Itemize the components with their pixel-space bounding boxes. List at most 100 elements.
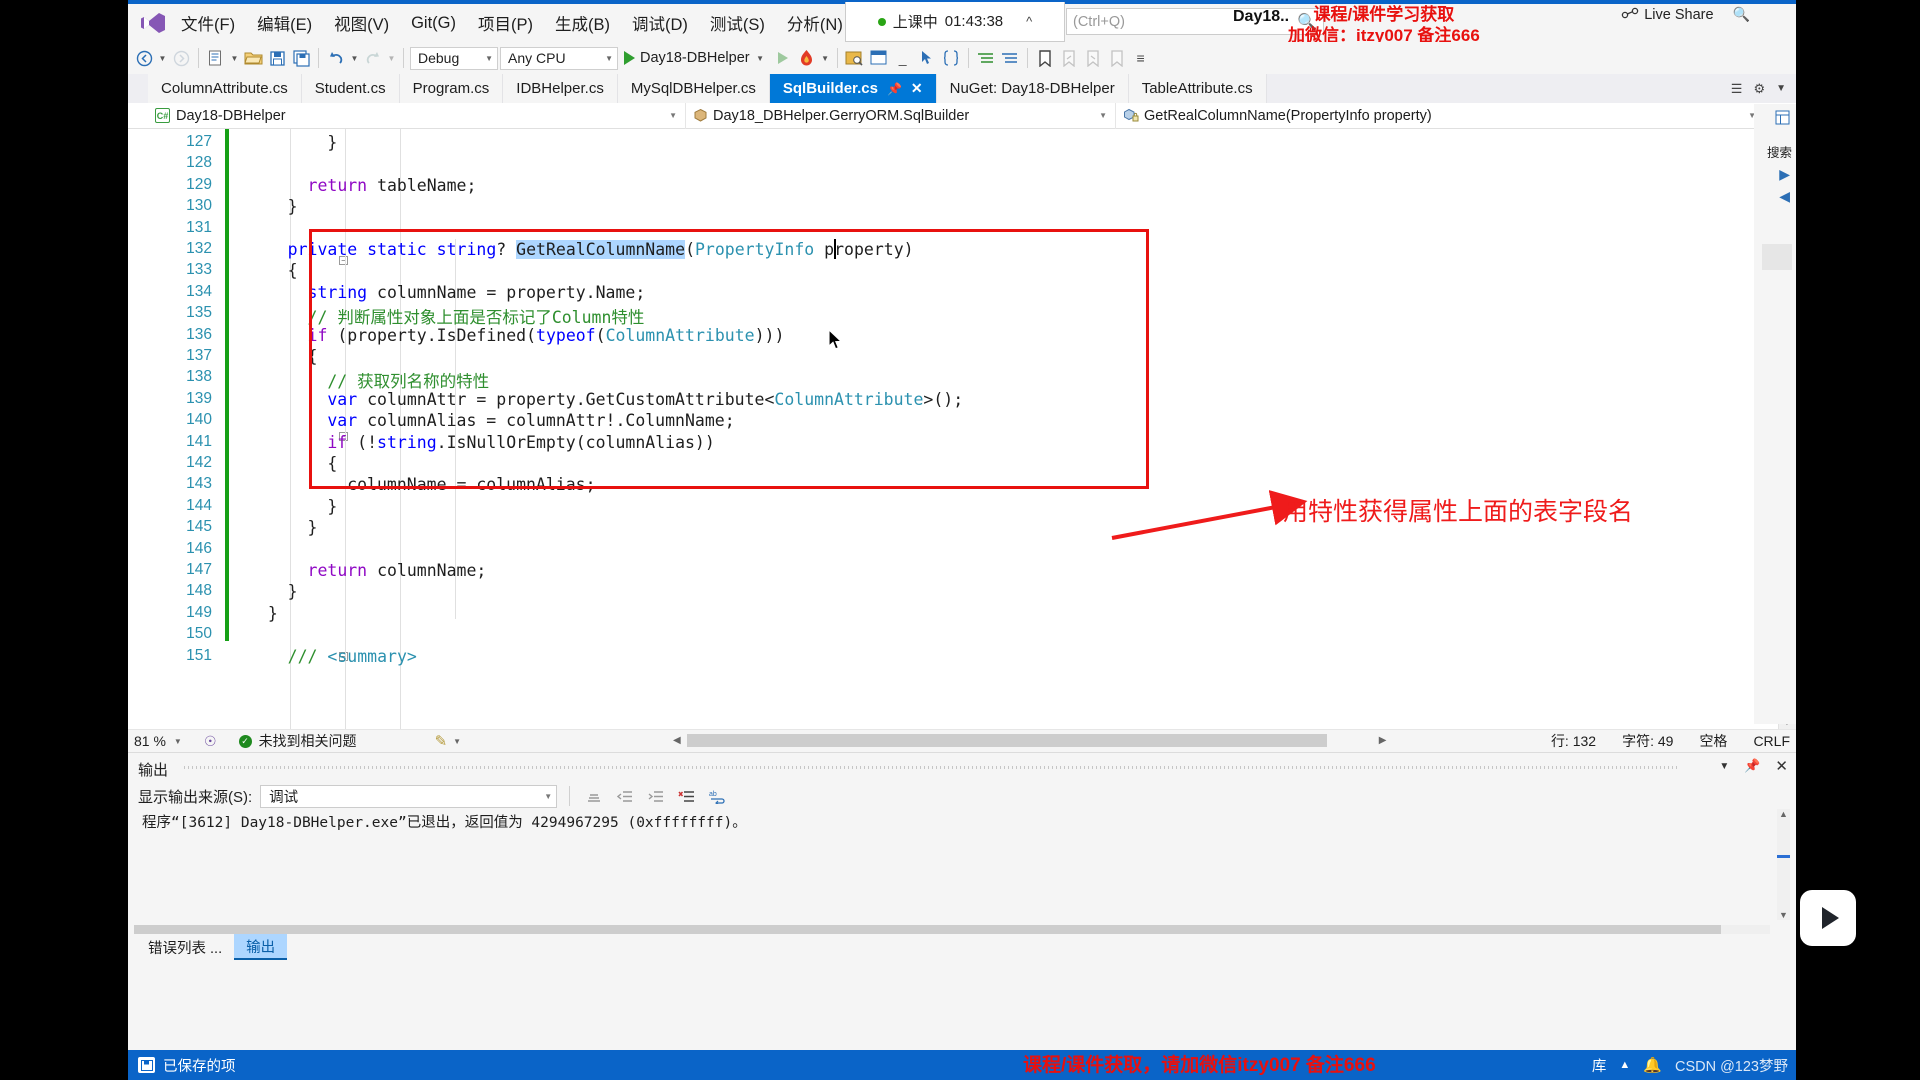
code-line[interactable]: }: [268, 604, 278, 626]
code-structure-icon[interactable]: [940, 47, 962, 69]
code-line[interactable]: // 判断属性对象上面是否标记了Column特性: [308, 304, 645, 327]
navigate-back-icon[interactable]: [133, 47, 155, 69]
gear-icon[interactable]: ⚙: [1753, 81, 1765, 97]
chevron-down-icon[interactable]: ▼: [755, 54, 766, 63]
code-line[interactable]: if (property.IsDefined(typeof(ColumnAttr…: [308, 326, 785, 348]
code-line[interactable]: // 获取列名称的特性: [327, 368, 489, 391]
comment-lines-icon[interactable]: [975, 47, 997, 69]
code-line[interactable]: {: [327, 454, 337, 476]
scroll-up-icon[interactable]: ▲: [1777, 809, 1790, 819]
code-line[interactable]: string columnName = property.Name;: [308, 283, 646, 305]
dedent-icon[interactable]: [613, 785, 636, 808]
right-dock-search-label[interactable]: 搜索: [1767, 142, 1792, 161]
undo-icon[interactable]: [325, 47, 347, 69]
code-line[interactable]: if (!string.IsNullOrEmpty(columnAlias)): [327, 433, 714, 455]
output-source-select[interactable]: 调试 ▼: [260, 784, 558, 808]
tab-columnattribute[interactable]: ColumnAttribute.cs: [148, 74, 302, 103]
minimize-icon[interactable]: _: [892, 47, 914, 69]
menu-project[interactable]: 项目(P): [467, 8, 544, 38]
tab-sqlbuilder[interactable]: SqlBuilder.cs 📌 ✕: [769, 74, 937, 103]
chevron-down-icon[interactable]: ▼: [1099, 111, 1107, 120]
code-line[interactable]: return columnName;: [308, 561, 487, 583]
scroll-right-icon[interactable]: ▶: [1379, 735, 1387, 746]
navbar-project-select[interactable]: C# Day18-DBHelper ▼: [148, 102, 686, 129]
search-icon-small[interactable]: 🔍: [1733, 6, 1750, 23]
menu-analyze[interactable]: 分析(N): [776, 8, 854, 38]
line-ending-indicator[interactable]: CRLF: [1753, 733, 1790, 749]
chevron-down-icon[interactable]: ▼: [485, 54, 493, 63]
code-line[interactable]: }: [327, 133, 337, 155]
menu-build[interactable]: 生成(B): [544, 8, 621, 38]
code-line[interactable]: /// <summary>: [288, 647, 417, 669]
tab-idbhelper[interactable]: IDBHelper.cs: [503, 74, 618, 103]
indentation-indicator[interactable]: 空格: [1699, 731, 1727, 751]
save-icon[interactable]: [266, 47, 288, 69]
new-file-icon[interactable]: [205, 47, 227, 69]
open-folder-icon[interactable]: [242, 47, 264, 69]
menu-test[interactable]: 测试(S): [699, 8, 776, 38]
close-icon[interactable]: ✕: [911, 80, 923, 97]
code-line[interactable]: }: [308, 518, 318, 540]
scroll-down-icon[interactable]: ▼: [1777, 910, 1790, 920]
preview-window-icon[interactable]: [844, 47, 866, 69]
chevron-down-icon[interactable]: ▼: [1719, 761, 1729, 772]
hot-reload-icon[interactable]: [796, 47, 818, 69]
code-line[interactable]: columnName = columnAlias;: [347, 475, 595, 497]
code-line[interactable]: return tableName;: [308, 176, 477, 198]
menu-edit[interactable]: 编辑(E): [246, 8, 323, 38]
chevron-up-icon[interactable]: ▲: [1619, 1059, 1630, 1071]
chevron-down-icon[interactable]: ▼: [174, 737, 182, 746]
outlining-rail[interactable]: − − −: [232, 129, 348, 729]
tab-nuget[interactable]: NuGet: Day18-DBHelper: [936, 74, 1129, 103]
tab-overflow-icon[interactable]: ☰: [1731, 81, 1743, 97]
tab-error-list[interactable]: 错误列表 ...: [136, 934, 234, 960]
code-line[interactable]: {: [308, 347, 318, 369]
tab-mysqldbhelper[interactable]: MySqlDBHelper.cs: [617, 74, 770, 103]
hot-reload-dropdown-icon[interactable]: ▼: [820, 54, 831, 63]
save-all-icon[interactable]: [290, 47, 312, 69]
navbar-type-select[interactable]: Day18_DBHelper.GerryORM.SqlBuilder ▼: [686, 102, 1116, 129]
clear-all-icon[interactable]: [582, 785, 605, 808]
code-line[interactable]: var columnAlias = columnAttr!.ColumnName…: [327, 411, 734, 433]
scroll-left-icon[interactable]: ◀: [673, 735, 681, 746]
menu-debug[interactable]: 调试(D): [621, 8, 699, 38]
build-configuration-select[interactable]: Debug ▼: [410, 46, 498, 70]
navbar-member-select[interactable]: GetRealColumnName(PropertyInfo property)…: [1116, 103, 1764, 129]
hscrollbar-thumb[interactable]: [686, 734, 1327, 747]
code-line[interactable]: {: [288, 261, 298, 283]
close-icon[interactable]: ✕: [1775, 757, 1788, 775]
tab-student[interactable]: Student.cs: [301, 74, 400, 103]
indent-icon[interactable]: [644, 785, 667, 808]
properties-icon[interactable]: [1775, 110, 1790, 128]
code-editor[interactable]: 127 128 129 130 131 132 133 134 135 136 137 138 139 1…: [128, 129, 1796, 729]
panel-drag-handle[interactable]: [184, 766, 1678, 769]
start-debug-button[interactable]: Day18-DBHelper ▼: [620, 50, 770, 66]
pin-icon[interactable]: 📌: [887, 82, 902, 96]
live-share-button[interactable]: Live Share 🔍: [1621, 6, 1750, 23]
code-line[interactable]: private static string? GetRealColumnName…: [288, 240, 914, 262]
output-text-body[interactable]: 程序“[3612] Day18-DBHelper.exe”已退出，返回值为 42…: [136, 811, 1772, 921]
chevron-down-icon[interactable]: ▼: [669, 111, 677, 120]
play-outline-icon[interactable]: [772, 47, 794, 69]
collapse-icon[interactable]: ◀: [1779, 188, 1790, 205]
bell-icon[interactable]: 🔔: [1643, 1056, 1662, 1074]
clear-output-icon[interactable]: [675, 785, 698, 808]
new-dropdown-icon[interactable]: ▼: [229, 54, 240, 63]
undo-dropdown-icon[interactable]: ▼: [349, 54, 360, 63]
chevron-down-icon[interactable]: ▼: [453, 737, 461, 746]
word-wrap-icon[interactable]: ab: [706, 785, 729, 808]
bookmark-icon[interactable]: [1034, 47, 1056, 69]
window-layout-icon[interactable]: [868, 47, 890, 69]
uncomment-lines-icon[interactable]: [999, 47, 1021, 69]
code-line[interactable]: }: [288, 582, 298, 604]
chevron-up-icon[interactable]: ^: [1026, 14, 1032, 29]
menu-view[interactable]: 视图(V): [323, 8, 400, 38]
zoom-level-select[interactable]: 81 % ▼: [128, 733, 200, 749]
tab-output[interactable]: 输出: [234, 934, 288, 960]
tab-program[interactable]: Program.cs: [399, 74, 504, 103]
pin-icon[interactable]: 📌: [1744, 758, 1760, 774]
tab-tableattribute[interactable]: TableAttribute.cs: [1128, 74, 1267, 103]
back-dropdown-icon[interactable]: ▼: [157, 54, 168, 63]
pointer-tool-icon[interactable]: [916, 47, 938, 69]
chevron-down-icon[interactable]: ▼: [544, 792, 552, 801]
